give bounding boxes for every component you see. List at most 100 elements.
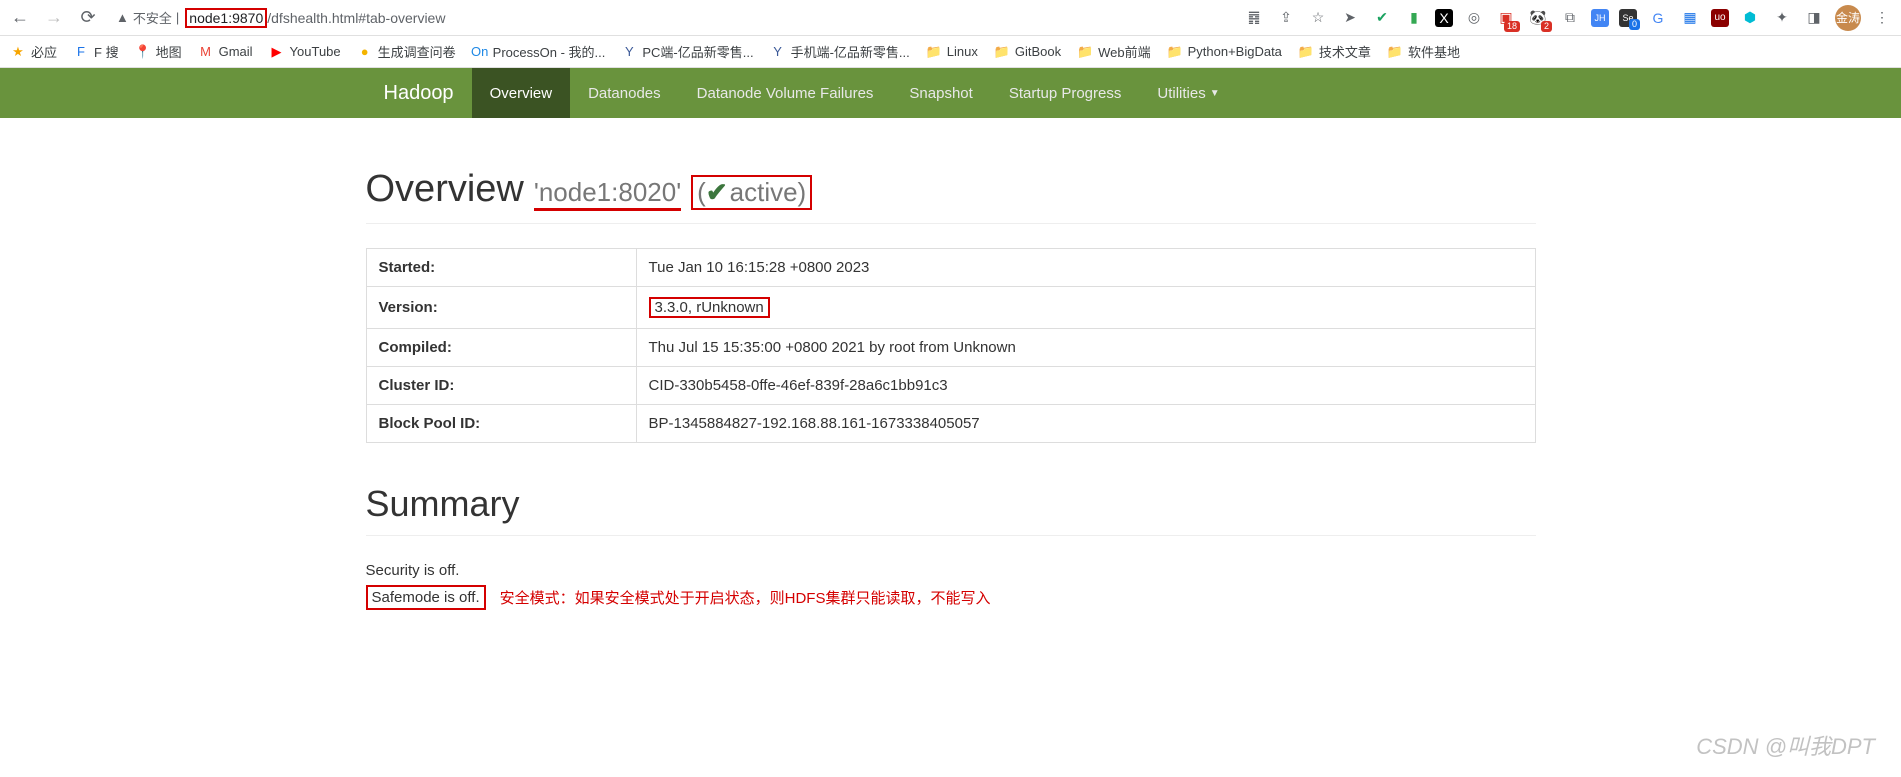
- host-address: 'node1:8020': [534, 177, 681, 211]
- bookmark-item[interactable]: ★必应: [10, 42, 57, 61]
- bookmark-item[interactable]: 📁 Web前端: [1077, 42, 1151, 61]
- watermark: CSDN @叫我DPT: [1696, 729, 1875, 761]
- bookmark-icon: M: [198, 44, 214, 60]
- bookmark-item[interactable]: M Gmail: [198, 44, 253, 60]
- security-status: Security is off.: [366, 562, 1536, 579]
- ext-panda-icon[interactable]: 🐼2: [1527, 7, 1549, 29]
- sidepanel-icon[interactable]: ◨: [1803, 7, 1825, 29]
- table-row: Block Pool ID:BP-1345884827-192.168.88.1…: [366, 405, 1535, 443]
- check-icon: ✔: [706, 177, 728, 208]
- share-icon[interactable]: ⇪: [1275, 7, 1297, 29]
- bookmark-icon: ▶: [269, 44, 285, 60]
- bookmark-item[interactable]: FF 搜: [73, 42, 119, 61]
- row-label: Cluster ID:: [366, 367, 636, 405]
- bookmark-icon: 📁: [1077, 44, 1093, 60]
- ext-black-icon[interactable]: X: [1435, 9, 1453, 27]
- page-title: Overview 'node1:8020' ( ✔ active): [366, 168, 1536, 224]
- ext-arrow-icon[interactable]: ➤: [1339, 7, 1361, 29]
- overview-table: Started:Tue Jan 10 16:15:28 +0800 2023Ve…: [366, 248, 1536, 443]
- nav-volume-failures[interactable]: Datanode Volume Failures: [679, 68, 892, 118]
- ext-red-badge-icon[interactable]: ▣18: [1495, 7, 1517, 29]
- bookmark-label: Python+BigData: [1188, 44, 1282, 59]
- extension-tray: ䷴ ⇪ ☆ ➤ ✔ ▮ X ◎ ▣18 🐼2 ⧉ JH Se0 G ▦ uo ⬢…: [1243, 5, 1893, 31]
- url-host: node1:9870: [185, 8, 267, 28]
- reload-button[interactable]: ⟳: [76, 6, 100, 30]
- bookmark-item[interactable]: 📁 GitBook: [994, 44, 1061, 60]
- brand-label[interactable]: Hadoop: [366, 82, 472, 105]
- bookmark-label: 技术文章: [1319, 42, 1371, 61]
- row-value: Tue Jan 10 16:15:28 +0800 2023: [636, 249, 1535, 287]
- ext-blue-icon[interactable]: ▦: [1679, 7, 1701, 29]
- bookmark-item[interactable]: ▶ YouTube: [269, 44, 341, 60]
- bookmark-icon: 📁: [1167, 44, 1183, 60]
- bookmark-icon: 📁: [994, 44, 1010, 60]
- ext-green-icon[interactable]: ▮: [1403, 7, 1425, 29]
- nav-startup-progress[interactable]: Startup Progress: [991, 68, 1140, 118]
- safemode-row: Safemode is off. 安全模式：如果安全模式处于开启状态，则HDFS…: [366, 585, 1536, 610]
- ext-g-icon[interactable]: G: [1647, 7, 1669, 29]
- bookmark-item[interactable]: 📁 Linux: [926, 44, 978, 60]
- summary-title: Summary: [366, 483, 1536, 536]
- overview-title: Overview: [366, 168, 524, 211]
- row-value: BP-1345884827-192.168.88.161-16733384050…: [636, 405, 1535, 443]
- table-row: Version: 3.3.0, rUnknown: [366, 287, 1535, 329]
- security-indicator[interactable]: ▲ 不安全 |: [116, 8, 179, 27]
- star-icon[interactable]: ☆: [1307, 7, 1329, 29]
- nav-snapshot[interactable]: Snapshot: [891, 68, 990, 118]
- ext-shield-icon[interactable]: uo: [1711, 9, 1729, 27]
- translate-icon[interactable]: ䷴: [1243, 7, 1265, 29]
- bookmark-item[interactable]: 📁技术文章: [1298, 42, 1371, 61]
- bookmark-label: ProcessOn - 我的...: [493, 42, 606, 61]
- bookmark-label: GitBook: [1015, 44, 1061, 59]
- row-label: Compiled:: [366, 329, 636, 367]
- nav-utilities[interactable]: Utilities▼: [1139, 68, 1237, 118]
- menu-icon[interactable]: ⋮: [1871, 7, 1893, 29]
- bookmark-label: Linux: [947, 44, 978, 59]
- bookmark-icon: Y: [770, 44, 786, 60]
- bookmark-icon: 📍: [135, 44, 151, 60]
- bookmark-icon: F: [73, 44, 89, 60]
- bookmark-item[interactable]: 📁软件基地: [1387, 42, 1460, 61]
- row-value: 3.3.0, rUnknown: [636, 287, 1535, 329]
- bookmark-item[interactable]: 📁 Python+BigData: [1167, 44, 1282, 60]
- safemode-annotation: 安全模式：如果安全模式处于开启状态，则HDFS集群只能读取，不能写入: [500, 587, 991, 608]
- url-path: /dfshealth.html#tab-overview: [267, 10, 445, 26]
- bookmark-label: YouTube: [290, 44, 341, 59]
- status-badge: ( ✔ active): [691, 175, 812, 210]
- table-row: Cluster ID:CID-330b5458-0ffe-46ef-839f-2…: [366, 367, 1535, 405]
- ext-jh-icon[interactable]: JH: [1591, 9, 1609, 27]
- bookmark-label: Web前端: [1098, 42, 1151, 61]
- ext-circle-icon[interactable]: ◎: [1463, 7, 1485, 29]
- row-value: Thu Jul 15 15:35:00 +0800 2021 by root f…: [636, 329, 1535, 367]
- bookmark-icon: 📁: [926, 44, 942, 60]
- bookmark-label: 生成调查问卷: [378, 42, 456, 61]
- bookmark-item[interactable]: 📍 地图: [135, 42, 182, 61]
- ext-se-icon[interactable]: Se0: [1619, 9, 1637, 27]
- table-row: Compiled:Thu Jul 15 15:35:00 +0800 2021 …: [366, 329, 1535, 367]
- safemode-status: Safemode is off.: [366, 585, 486, 610]
- bookmark-label: F 搜: [94, 42, 119, 61]
- content-area: Overview 'node1:8020' ( ✔ active) Starte…: [366, 118, 1536, 640]
- forward-button[interactable]: →: [42, 6, 66, 30]
- ext-teal-icon[interactable]: ⬢: [1739, 7, 1761, 29]
- bookmark-label: 地图: [156, 42, 182, 61]
- ext-check-icon[interactable]: ✔: [1371, 7, 1393, 29]
- profile-avatar[interactable]: 金涛: [1835, 5, 1861, 31]
- extensions-icon[interactable]: ✦: [1771, 7, 1793, 29]
- bookmark-bar: ★必应 F F 搜 📍 地图 M Gmail ▶ YouTube ●生成调查问卷 OnProcess…: [0, 36, 1901, 68]
- bookmark-label: Gmail: [219, 44, 253, 59]
- address-bar[interactable]: ▲ 不安全 | node1:9870 /dfshealth.html#tab-o…: [116, 8, 445, 28]
- ext-window-icon[interactable]: ⧉: [1559, 7, 1581, 29]
- bookmark-icon: Y: [621, 44, 637, 60]
- bookmark-item[interactable]: YPC端-亿品新零售...: [621, 42, 753, 61]
- browser-toolbar: ← → ⟳ ▲ 不安全 | node1:9870 /dfshealth.html…: [0, 0, 1901, 36]
- nav-datanodes[interactable]: Datanodes: [570, 68, 679, 118]
- row-label: Version:: [366, 287, 636, 329]
- row-label: Block Pool ID:: [366, 405, 636, 443]
- version-highlight: 3.3.0, rUnknown: [649, 297, 770, 318]
- bookmark-item[interactable]: Y手机端-亿品新零售...: [770, 42, 910, 61]
- bookmark-item[interactable]: OnProcessOn - 我的...: [472, 42, 606, 61]
- back-button[interactable]: ←: [8, 6, 32, 30]
- bookmark-item[interactable]: ●生成调查问卷: [357, 42, 456, 61]
- nav-overview[interactable]: Overview: [472, 68, 571, 118]
